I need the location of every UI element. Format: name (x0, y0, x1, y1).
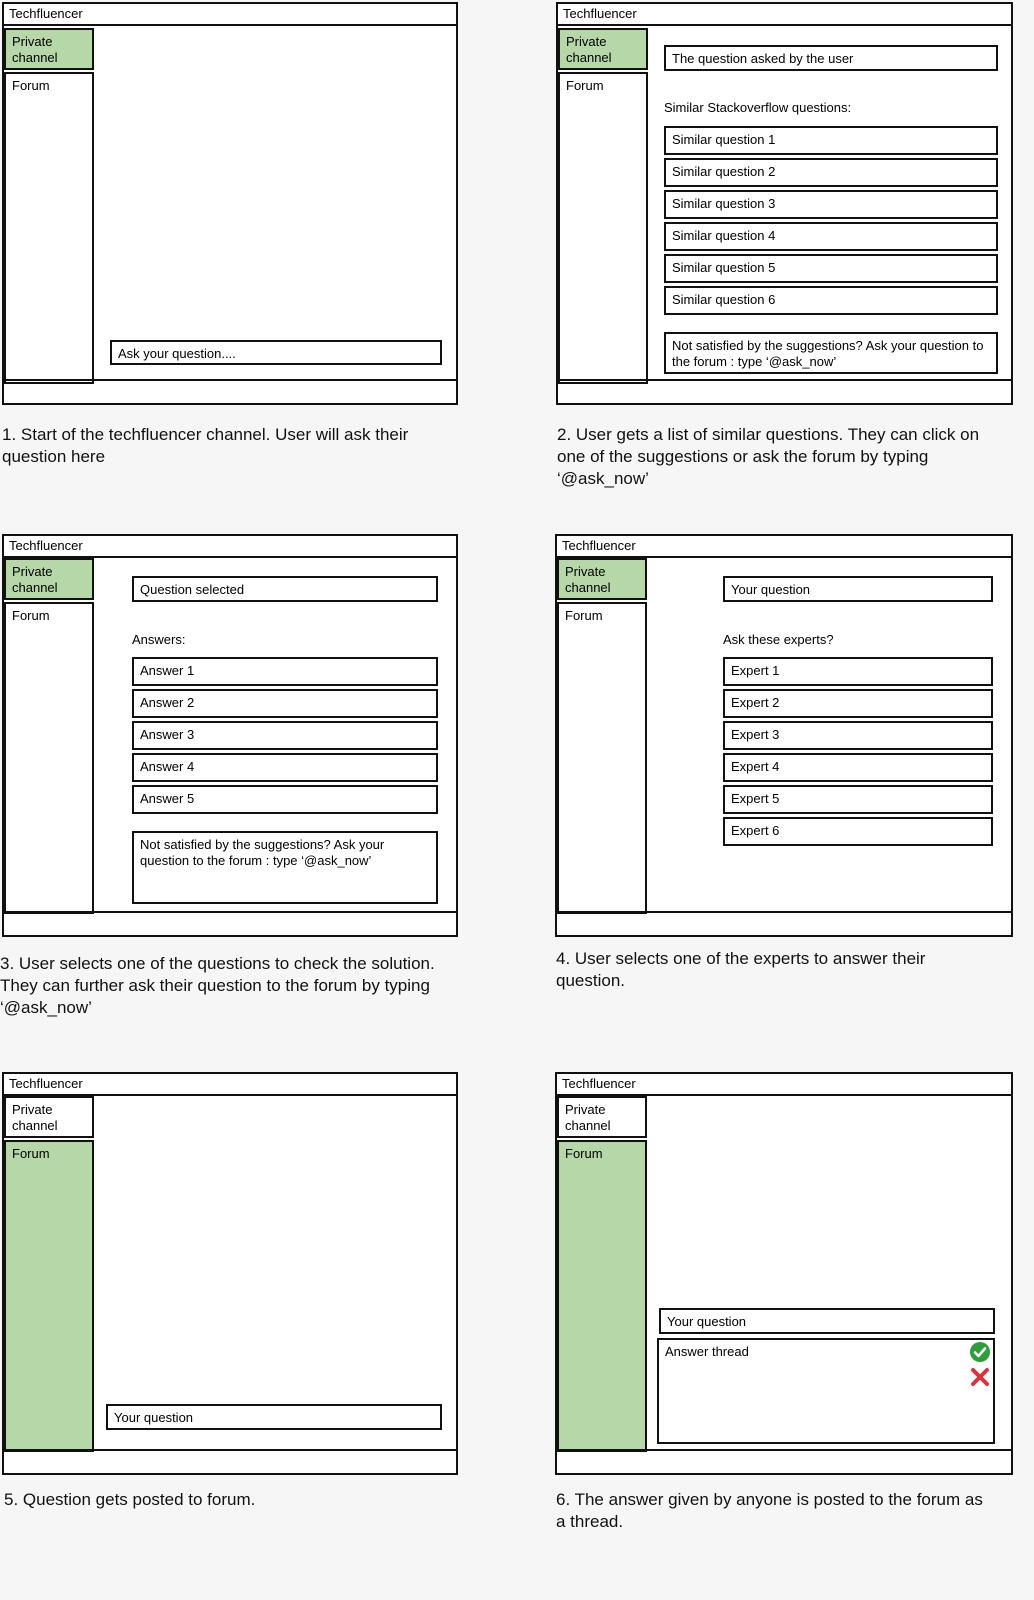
message-bar[interactable] (558, 379, 1011, 403)
sidebar-item-forum[interactable]: Forum (4, 602, 94, 914)
panel-5-caption: 5. Question gets posted to forum. (4, 1490, 256, 1509)
panel-5-mockup: Techfluencer Private channel Forum Your … (2, 1072, 458, 1475)
similar-question-item[interactable]: Similar question 1 (664, 126, 998, 155)
app-title: Techfluencer (4, 1074, 456, 1096)
panel-2-caption: 2. User gets a list of similar questions… (557, 425, 980, 488)
panel-4-mockup: Techfluencer Private channel Forum Your … (555, 534, 1013, 937)
panel-1-mockup: Techfluencer Private channel Forum Ask y… (2, 2, 458, 405)
panel-6-caption: 6. The answer given by anyone is posted … (556, 1490, 983, 1531)
panel-1-caption: 1. Start of the techfluencer channel. Us… (2, 425, 409, 466)
answer-item[interactable]: Answer 4 (132, 753, 438, 782)
message-bar[interactable] (4, 1449, 456, 1473)
answer-item[interactable]: Answer 3 (132, 721, 438, 750)
app-title: Techfluencer (557, 536, 1011, 558)
similar-question-item[interactable]: Similar question 3 (664, 190, 998, 219)
answer-thread-label: Answer thread (665, 1344, 749, 1359)
sidebar-item-private-channel[interactable]: Private channel (557, 1096, 647, 1138)
expert-item[interactable]: Expert 2 (723, 689, 993, 718)
expert-item[interactable]: Expert 5 (723, 785, 993, 814)
expert-item[interactable]: Expert 6 (723, 817, 993, 846)
message-bar[interactable] (557, 911, 1011, 935)
app-title: Techfluencer (558, 4, 1011, 26)
check-circle-icon[interactable] (969, 1341, 991, 1363)
panel-3-mockup: Techfluencer Private channel Forum Quest… (2, 534, 458, 937)
experts-heading: Ask these experts? (723, 632, 834, 647)
sidebar-item-private-channel[interactable]: Private channel (4, 28, 94, 70)
sidebar-item-forum[interactable]: Forum (4, 1140, 94, 1452)
answer-item[interactable]: Answer 5 (132, 785, 438, 814)
expert-item[interactable]: Expert 3 (723, 721, 993, 750)
sidebar-item-private-channel[interactable]: Private channel (4, 558, 94, 600)
posted-question[interactable]: Your question (106, 1404, 442, 1430)
your-question: Your question (723, 576, 993, 602)
message-bar[interactable] (557, 1449, 1011, 1473)
posted-question[interactable]: Your question (659, 1308, 995, 1334)
cross-icon[interactable] (969, 1366, 991, 1388)
sidebar-item-forum[interactable]: Forum (557, 602, 647, 914)
app-title: Techfluencer (4, 536, 456, 558)
panel-2-mockup: Techfluencer Private channel Forum The q… (556, 2, 1013, 405)
expert-item[interactable]: Expert 1 (723, 657, 993, 686)
sidebar-item-forum[interactable]: Forum (558, 72, 648, 384)
panel-3-caption: 3. User selects one of the questions to … (0, 954, 435, 1017)
similar-question-item[interactable]: Similar question 5 (664, 254, 998, 283)
sidebar-item-private-channel[interactable]: Private channel (557, 558, 647, 600)
message-bar[interactable] (4, 379, 456, 403)
app-title: Techfluencer (557, 1074, 1011, 1096)
panel-4-caption: 4. User selects one of the experts to an… (556, 949, 926, 990)
ask-forum-note: Not satisfied by the suggestions? Ask yo… (664, 332, 998, 374)
app-title: Techfluencer (4, 4, 456, 26)
similar-question-item[interactable]: Similar question 2 (664, 158, 998, 187)
user-question: The question asked by the user (664, 45, 998, 71)
similar-question-item[interactable]: Similar question 4 (664, 222, 998, 251)
sidebar-item-private-channel[interactable]: Private channel (558, 28, 648, 70)
selected-question: Question selected (132, 576, 438, 602)
answers-heading: Answers: (132, 632, 186, 647)
similar-questions-heading: Similar Stackoverflow questions: (664, 100, 852, 115)
panel-6-mockup: Techfluencer Private channel Forum Your … (555, 1072, 1013, 1475)
sidebar-item-forum[interactable]: Forum (4, 72, 94, 384)
message-bar[interactable] (4, 911, 456, 935)
similar-question-item[interactable]: Similar question 6 (664, 286, 998, 315)
question-input[interactable]: Ask your question.... (110, 340, 442, 365)
expert-item[interactable]: Expert 4 (723, 753, 993, 782)
sidebar-item-private-channel[interactable]: Private channel (4, 1096, 94, 1138)
ask-forum-note: Not satisfied by the suggestions? Ask yo… (132, 831, 438, 904)
answer-thread[interactable]: Answer thread (657, 1338, 995, 1444)
answer-item[interactable]: Answer 2 (132, 689, 438, 718)
sidebar-item-forum[interactable]: Forum (557, 1140, 647, 1452)
answer-item[interactable]: Answer 1 (132, 657, 438, 686)
